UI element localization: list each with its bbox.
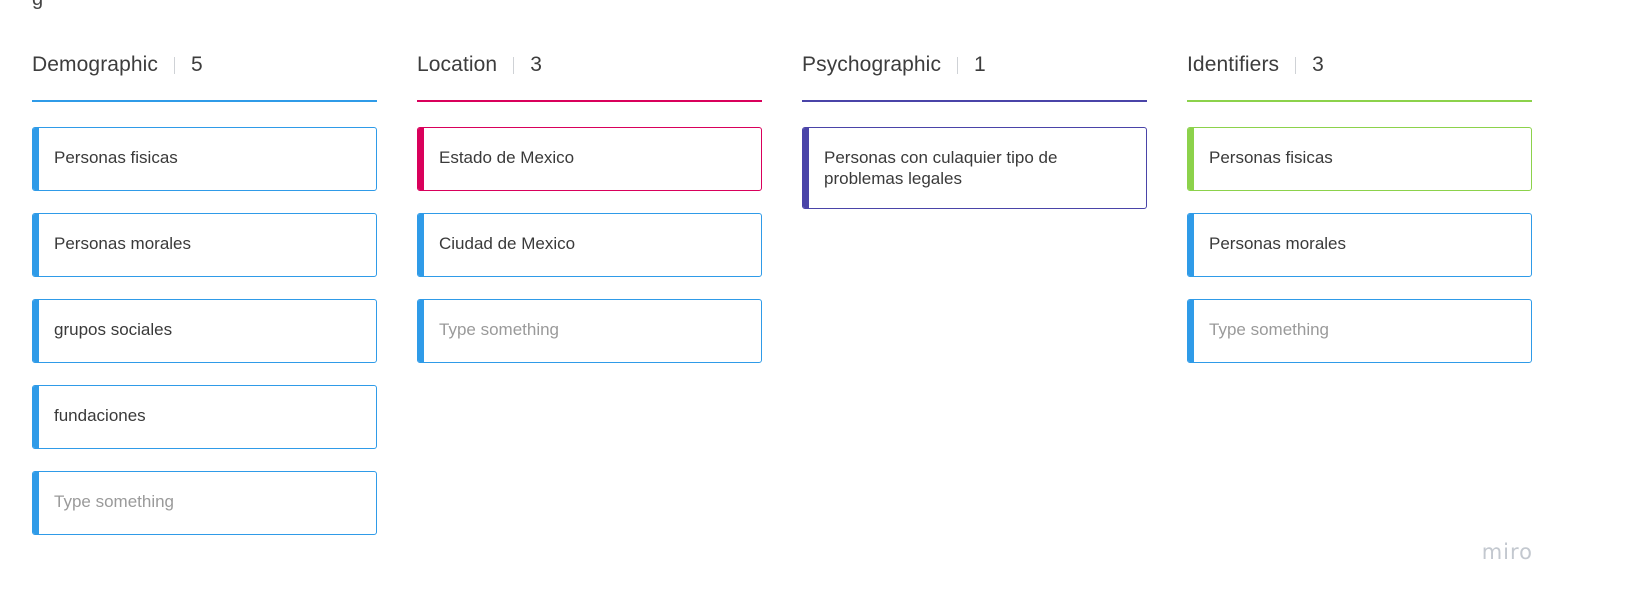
clipped-heading-text: g: [32, 0, 43, 11]
card-color-bar: [33, 386, 39, 448]
card-placeholder: Type something: [54, 492, 175, 511]
header-separator: [174, 56, 175, 74]
column-count: 3: [1312, 53, 1324, 76]
card[interactable]: Ciudad de Mexico: [417, 213, 762, 277]
column-title: Psychographic: [802, 53, 942, 76]
card-color-bar: [803, 128, 809, 208]
header-separator: [1295, 56, 1297, 74]
card-text: grupos sociales: [54, 320, 173, 339]
card-color-bar: [1188, 128, 1194, 190]
card-text: Personas con culaquier tipo de problemas…: [824, 148, 1058, 188]
column-count: 3: [530, 53, 542, 76]
new-card-input[interactable]: Type something: [1187, 299, 1532, 363]
card-text: Personas morales: [1209, 234, 1347, 253]
card-placeholder: Type something: [439, 320, 560, 339]
column-title: Identifiers: [1187, 53, 1280, 76]
card-color-bar: [1188, 214, 1194, 276]
column-rule: [1187, 100, 1532, 102]
card-placeholder: Type something: [1209, 320, 1330, 339]
card-text: Personas fisicas: [54, 148, 178, 167]
card-color-bar: [418, 300, 424, 362]
column-header[interactable]: Psychographic 1: [802, 46, 1147, 84]
card-text: Personas fisicas: [1209, 148, 1333, 167]
card-color-bar: [33, 214, 39, 276]
new-card-input[interactable]: Type something: [417, 299, 762, 363]
card-color-bar: [418, 214, 424, 276]
card[interactable]: Personas fisicas: [1187, 127, 1532, 191]
column-rule: [417, 100, 762, 102]
card-color-bar: [33, 300, 39, 362]
column-header[interactable]: Identifiers 3: [1187, 46, 1532, 84]
card-color-bar: [1188, 300, 1194, 362]
column-rule: [802, 100, 1147, 102]
card-text: Ciudad de Mexico: [439, 234, 576, 253]
column-location: Location 3 Estado de Mexico Ciudad de Mexic…: [417, 46, 762, 385]
card[interactable]: fundaciones: [32, 385, 377, 449]
new-card-input[interactable]: Type something: [32, 471, 377, 535]
column-rule: [32, 100, 377, 102]
column-header[interactable]: Location 3: [417, 46, 762, 84]
card-color-bar: [418, 128, 424, 190]
card[interactable]: Personas fisicas: [32, 127, 377, 191]
column-count: 1: [974, 53, 986, 76]
column-header[interactable]: Demographic 5: [32, 46, 377, 84]
column-count: 5: [191, 53, 203, 76]
card[interactable]: Personas con culaquier tipo de problemas…: [802, 127, 1147, 209]
card-text: fundaciones: [54, 406, 146, 425]
column-demographic: Demographic 5 Personas fisicas Personas mor…: [32, 46, 377, 557]
miro-watermark: miro: [1481, 540, 1533, 564]
column-identifiers: Identifiers 3 Personas fisicas Personas mor…: [1187, 46, 1532, 385]
column-title: Location: [417, 53, 498, 76]
column-title: Demographic: [32, 53, 158, 76]
card-text: Estado de Mexico: [439, 148, 575, 167]
card[interactable]: grupos sociales: [32, 299, 377, 363]
header-separator: [957, 56, 959, 74]
card[interactable]: Personas morales: [1187, 213, 1532, 277]
card-color-bar: [33, 472, 39, 534]
card-text: Personas morales: [54, 234, 192, 253]
header-separator: [513, 56, 515, 74]
card[interactable]: Personas morales: [32, 213, 377, 277]
card-color-bar: [33, 128, 39, 190]
card[interactable]: Estado de Mexico: [417, 127, 762, 191]
column-psychographic: Psychographic 1 Personas con culaquier tip…: [802, 46, 1147, 231]
